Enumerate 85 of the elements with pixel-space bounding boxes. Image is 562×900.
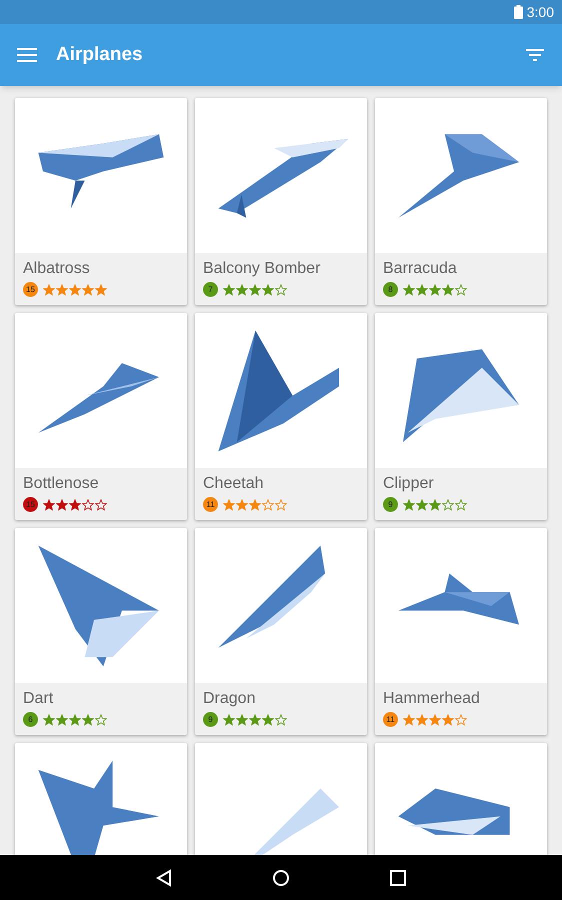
airplane-card[interactable]: Cheetah 11 <box>195 313 367 520</box>
recents-button[interactable] <box>390 870 406 886</box>
star-icon <box>95 714 107 726</box>
airplane-card[interactable] <box>375 743 547 855</box>
star-icon <box>442 284 454 296</box>
star-icon <box>56 498 68 510</box>
level-badge: 11 <box>383 712 398 727</box>
airplane-name: Cheetah <box>203 474 264 494</box>
level-badge: 6 <box>23 712 38 727</box>
recents-icon <box>390 870 406 886</box>
airplane-card[interactable] <box>15 743 187 855</box>
star-icon <box>403 714 415 726</box>
star-icon <box>455 284 467 296</box>
star-icon <box>262 284 274 296</box>
home-button[interactable] <box>272 868 290 886</box>
airplane-card[interactable]: Dragon 9 <box>195 528 367 735</box>
star-icon <box>56 714 68 726</box>
battery-icon <box>514 5 523 19</box>
star-icon <box>82 284 94 296</box>
clock: 3:00 <box>526 2 554 22</box>
star-icon <box>82 714 94 726</box>
airplane-card[interactable]: Barracuda 8 <box>375 98 547 305</box>
airplane-card[interactable]: Bottlenose 15 <box>15 313 187 520</box>
star-icon <box>442 714 454 726</box>
level-badge: 11 <box>203 497 218 512</box>
star-icon <box>236 284 248 296</box>
airplane-card[interactable]: Hammerhead 11 <box>375 528 547 735</box>
star-icon <box>403 498 415 510</box>
star-icon <box>249 498 261 510</box>
star-icon <box>416 498 428 510</box>
star-icon <box>236 498 248 510</box>
menu-icon <box>17 48 37 62</box>
app-title: Airplanes <box>56 42 143 67</box>
star-icon <box>403 284 415 296</box>
star-icon <box>416 284 428 296</box>
star-icon <box>442 498 454 510</box>
back-button[interactable] <box>156 868 172 886</box>
level-badge: 7 <box>203 282 218 297</box>
level-badge: 8 <box>383 282 398 297</box>
star-icon <box>69 498 81 510</box>
airplane-name: Dragon <box>203 689 256 709</box>
level-badge: 9 <box>203 712 218 727</box>
star-icon <box>223 284 235 296</box>
airplane-name: Dart <box>23 689 54 709</box>
star-icon <box>249 284 261 296</box>
star-icon <box>69 284 81 296</box>
back-icon <box>156 868 172 886</box>
star-icon <box>275 498 287 510</box>
star-icon <box>223 714 235 726</box>
star-icon <box>429 284 441 296</box>
star-icon <box>236 714 248 726</box>
star-icon <box>262 498 274 510</box>
home-icon <box>272 868 290 886</box>
star-icon <box>82 498 94 510</box>
airplane-name: Hammerhead <box>383 689 481 709</box>
star-icon <box>43 498 55 510</box>
airplane-name: Albatross <box>23 259 91 279</box>
airplane-name: Balcony Bomber <box>203 259 322 279</box>
star-icon <box>275 714 287 726</box>
airplane-name: Barracuda <box>383 259 458 279</box>
airplane-card[interactable]: Dart 6 <box>15 528 187 735</box>
star-icon <box>249 714 261 726</box>
airplane-card[interactable]: Clipper 9 <box>375 313 547 520</box>
star-icon <box>43 284 55 296</box>
airplane-card[interactable]: Balcony Bomber 7 <box>195 98 367 305</box>
airplane-name: Bottlenose <box>23 474 100 494</box>
star-icon <box>69 714 81 726</box>
star-icon <box>416 714 428 726</box>
star-icon <box>455 498 467 510</box>
star-icon <box>223 498 235 510</box>
filter-icon <box>526 49 544 61</box>
star-icon <box>455 714 467 726</box>
airplane-card[interactable]: Albatross 15 <box>15 98 187 305</box>
level-badge: 9 <box>383 497 398 512</box>
airplane-name: Clipper <box>383 474 435 494</box>
star-icon <box>95 284 107 296</box>
star-icon <box>262 714 274 726</box>
star-icon <box>275 284 287 296</box>
level-badge: 15 <box>23 497 38 512</box>
star-icon <box>429 714 441 726</box>
star-icon <box>95 498 107 510</box>
star-icon <box>429 498 441 510</box>
star-icon <box>43 714 55 726</box>
star-icon <box>56 284 68 296</box>
level-badge: 15 <box>23 282 38 297</box>
